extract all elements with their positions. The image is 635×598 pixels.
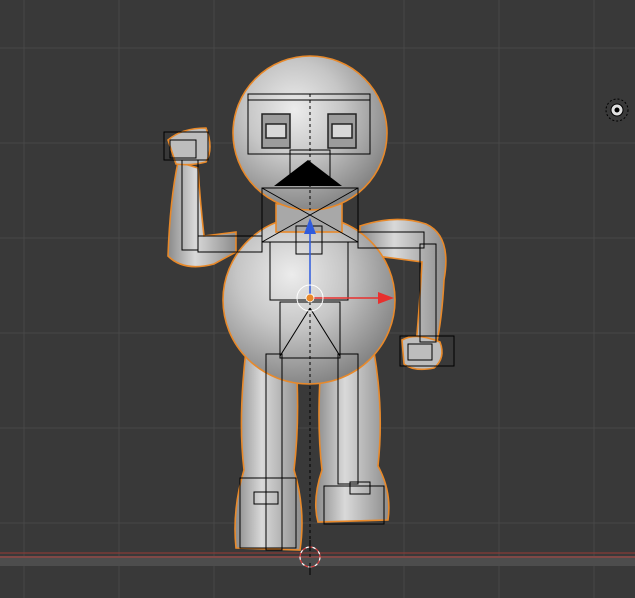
- pivot-point: [305, 293, 315, 303]
- robot-left-arm: [167, 160, 237, 268]
- lamp-icon[interactable]: [604, 97, 630, 123]
- 3d-viewport[interactable]: [0, 0, 635, 598]
- robot-left-hand: [167, 127, 211, 166]
- viewport-scene[interactable]: [0, 0, 635, 598]
